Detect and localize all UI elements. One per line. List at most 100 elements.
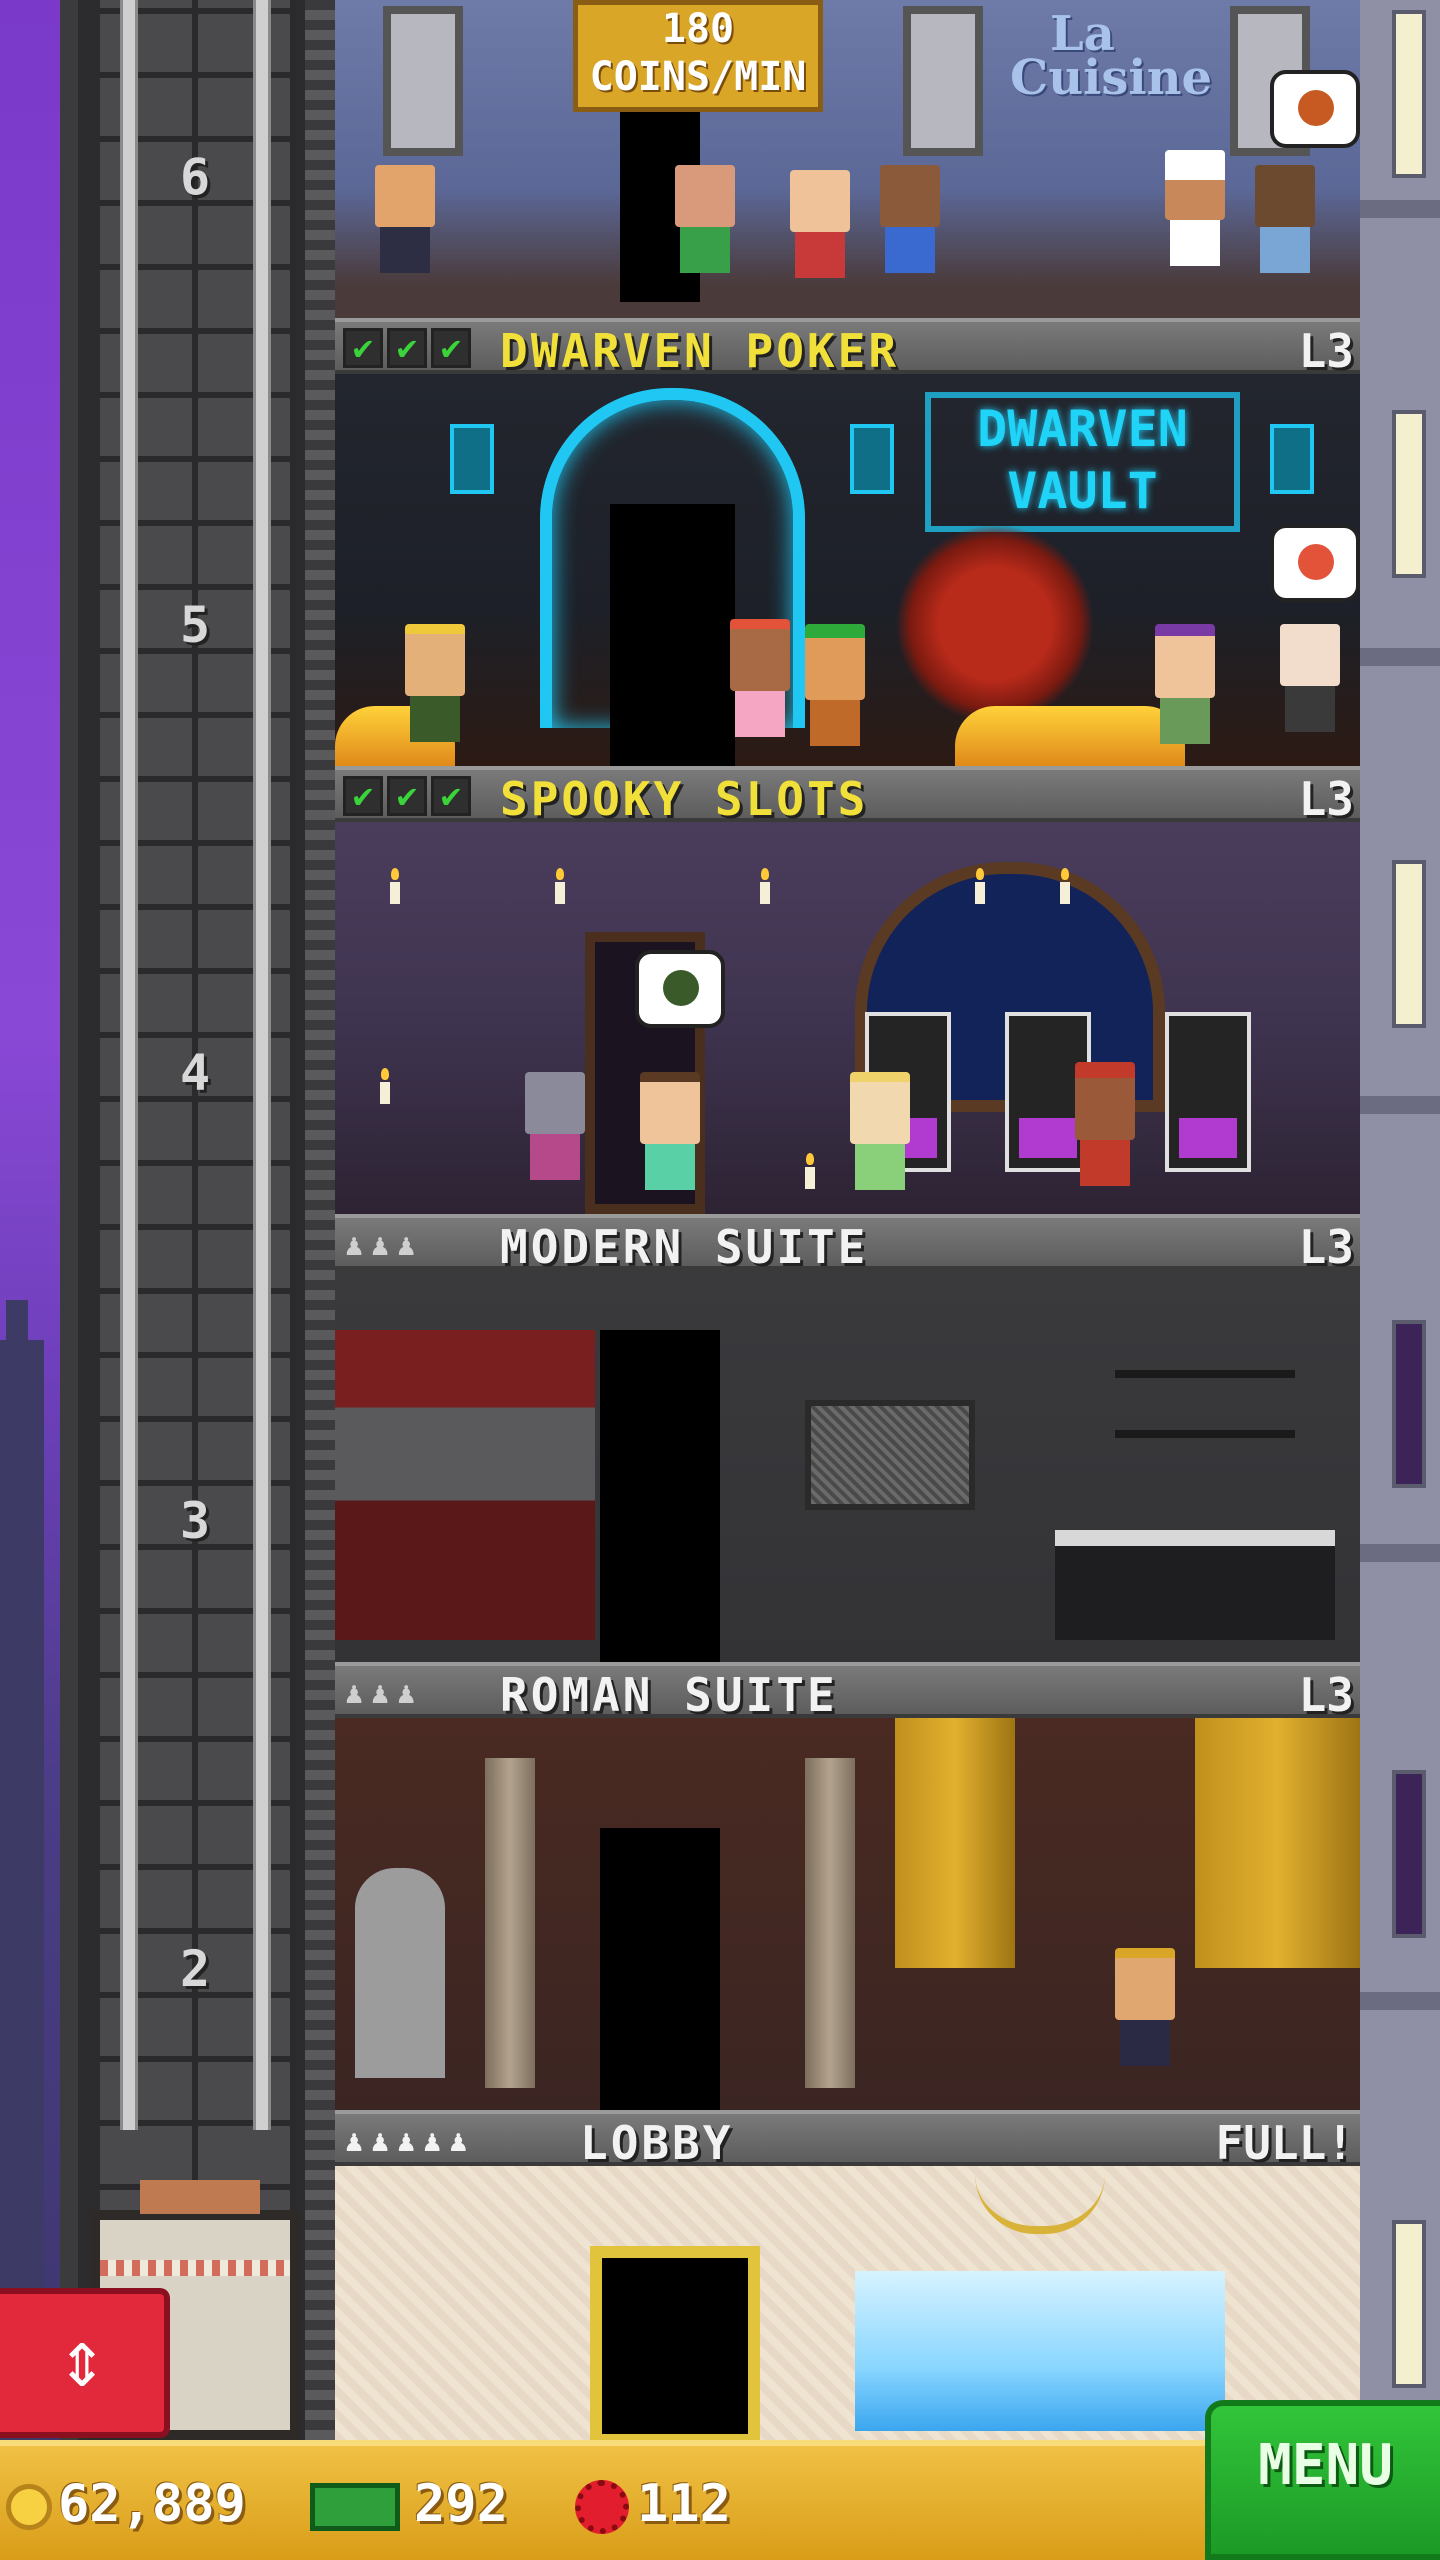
tower-window xyxy=(1392,2220,1426,2388)
skyline-building-top xyxy=(6,1300,28,1360)
floor-name: ROMAN SUITE xyxy=(500,1668,838,1722)
restaurant-sign: La Cuisine xyxy=(1010,10,1213,106)
candle xyxy=(390,868,400,904)
bitizen[interactable] xyxy=(640,1072,700,1190)
tower-window xyxy=(1392,10,1426,178)
elevator-rail-left xyxy=(120,0,138,2130)
floor-number-6: 6 xyxy=(179,148,211,206)
floor-level: L3 xyxy=(1298,1668,1354,1722)
bux-icon xyxy=(575,2480,629,2534)
bitizen[interactable] xyxy=(1255,165,1315,273)
elevator-shaft-edge xyxy=(305,0,335,2440)
floor-name: MODERN SUITE xyxy=(500,1220,869,1274)
check-icon: ✔ xyxy=(431,776,471,816)
bitizen[interactable] xyxy=(850,1072,910,1190)
cash-value: 292 xyxy=(414,2474,508,2534)
candle xyxy=(805,1153,815,1189)
lobby-room[interactable] xyxy=(335,2166,1360,2440)
modern-suite-room[interactable] xyxy=(335,1270,1360,1662)
coins-rate-value: 180 xyxy=(661,6,735,52)
dream-job-bubble[interactable] xyxy=(635,950,725,1028)
floor-header[interactable]: ♟♟♟ ROMAN SUITE L3 xyxy=(335,1662,1360,1722)
lobby-fountain xyxy=(855,2271,1225,2431)
resident-slots: ♟♟♟♟♟ xyxy=(345,2124,476,2159)
check-icon: ✔ xyxy=(343,328,383,368)
bitizen[interactable] xyxy=(405,624,465,742)
modern-bed xyxy=(1055,1530,1335,1640)
bitizen[interactable] xyxy=(1115,1948,1175,2066)
resident-slots: ♟♟♟ xyxy=(345,1228,424,1263)
bux-counter: 112 xyxy=(575,2464,731,2544)
elevator-control-button[interactable]: ⇕ xyxy=(0,2288,170,2438)
floor-number-4: 4 xyxy=(179,1044,211,1102)
bitizen[interactable] xyxy=(790,170,850,278)
floor-header[interactable]: ♟♟♟♟♟ LOBBY FULL! xyxy=(335,2110,1360,2170)
candle xyxy=(760,868,770,904)
roman-bust-statue xyxy=(355,1868,445,2078)
floor-header[interactable]: ✔ ✔ ✔ DWARVEN POKER L3 xyxy=(335,318,1360,378)
dream-job-bubble[interactable] xyxy=(1270,524,1360,602)
cash-icon xyxy=(310,2483,400,2531)
tower-window xyxy=(1392,1320,1426,1488)
gold-pile xyxy=(955,706,1185,766)
coins-counter: 62,889 xyxy=(6,2464,246,2544)
cash-counter: 292 xyxy=(310,2464,508,2544)
dwarven-poker-room[interactable]: DWARVEN VAULT xyxy=(335,374,1360,766)
menu-button[interactable]: MENU xyxy=(1205,2400,1440,2560)
neon-lamp xyxy=(450,424,494,494)
up-down-arrows-icon: ⇕ xyxy=(57,2312,107,2405)
floor-name: DWARVEN POKER xyxy=(500,324,900,378)
slot-machine xyxy=(1165,1012,1251,1172)
check-icon: ✔ xyxy=(431,328,471,368)
check-icon: ✔ xyxy=(387,776,427,816)
chef-bitizen[interactable] xyxy=(1165,150,1225,266)
bitizen[interactable] xyxy=(1155,624,1215,744)
check-icon: ✔ xyxy=(387,328,427,368)
floor-name: LOBBY xyxy=(580,2116,734,2170)
tower-right-wall xyxy=(1360,0,1440,2440)
floor-door xyxy=(600,1330,720,1662)
dwarf-bitizen[interactable] xyxy=(805,624,865,746)
bitizen[interactable] xyxy=(730,619,790,737)
floor-door xyxy=(600,1828,720,2110)
floor-number-5: 5 xyxy=(179,596,211,654)
elevator-car-stripe xyxy=(100,2260,290,2276)
floor-number-3: 3 xyxy=(179,1492,211,1550)
candle xyxy=(1060,868,1070,904)
candle xyxy=(380,1068,390,1104)
tower-window xyxy=(1392,410,1426,578)
floor-door xyxy=(610,504,735,766)
bitizen[interactable] xyxy=(375,165,435,273)
floor-level: L3 xyxy=(1298,772,1354,826)
gold-curtain xyxy=(1195,1718,1360,1968)
wall-painting xyxy=(383,6,463,156)
bitizen[interactable] xyxy=(675,165,735,273)
dream-job-bubble[interactable] xyxy=(1270,70,1360,148)
roman-column xyxy=(485,1758,535,2088)
lobby-mirror xyxy=(590,2246,760,2440)
roman-suite-room[interactable] xyxy=(335,1718,1360,2110)
modern-wall-art xyxy=(335,1330,595,1640)
elevator-rail-right xyxy=(253,0,271,2130)
floor-header[interactable]: ♟♟♟ MODERN SUITE L3 xyxy=(335,1214,1360,1274)
skyline-building xyxy=(0,1340,44,2440)
bitizen[interactable] xyxy=(880,165,940,273)
roman-column xyxy=(805,1758,855,2088)
coins-per-minute-sign[interactable]: 180 COINS/MIN xyxy=(573,0,823,112)
gold-curtain xyxy=(895,1718,1015,1968)
spooky-slots-room[interactable] xyxy=(335,822,1360,1214)
restaurant-sign-line2: Cuisine xyxy=(1010,50,1213,106)
wall-shelf xyxy=(1115,1430,1295,1438)
zombie-bitizen[interactable] xyxy=(525,1072,585,1180)
tower-window xyxy=(1392,1770,1426,1938)
wall-shelf xyxy=(1115,1370,1295,1378)
bitizen[interactable] xyxy=(1280,624,1340,732)
candle xyxy=(555,868,565,904)
coin-icon xyxy=(6,2484,52,2530)
coins-rate-unit: COINS/MIN xyxy=(589,54,807,100)
restaurant-room[interactable]: 180 COINS/MIN La Cuisine xyxy=(335,0,1360,318)
dragon-decoration xyxy=(895,524,1095,724)
bellhop-bitizen[interactable] xyxy=(1075,1062,1135,1186)
bux-value: 112 xyxy=(637,2474,731,2534)
floor-header[interactable]: ✔ ✔ ✔ SPOOKY SLOTS L3 xyxy=(335,766,1360,826)
